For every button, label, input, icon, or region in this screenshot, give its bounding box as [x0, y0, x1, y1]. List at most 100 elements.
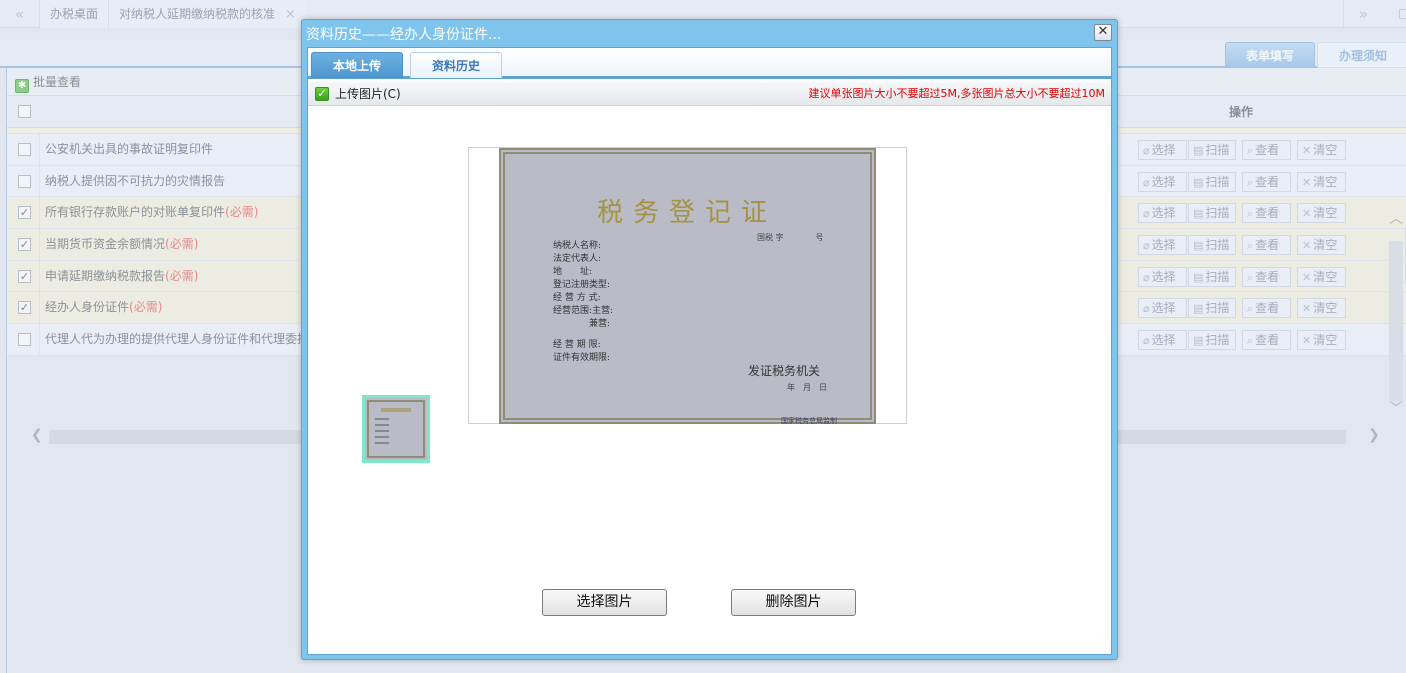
- clear-icon: ✕: [1302, 239, 1312, 253]
- window-restore-icon[interactable]: [1399, 9, 1406, 19]
- row-checkbox[interactable]: [18, 143, 31, 156]
- clear-button[interactable]: ✕ 清空: [1297, 171, 1346, 192]
- view-button[interactable]: ⌕ 查看: [1242, 140, 1291, 160]
- material-label: 申请延期缴纳税款报告(必需): [45, 268, 199, 283]
- scan-button[interactable]: ▤ 扫描: [1188, 171, 1236, 192]
- tab-material-history[interactable]: 资料历史: [410, 52, 502, 78]
- view-button[interactable]: ⌕ 查看: [1242, 330, 1291, 351]
- view-icon: ⌕: [1247, 239, 1254, 253]
- clear-button[interactable]: ✕ 清空: [1297, 203, 1346, 224]
- scanner-icon: ▤: [1193, 270, 1204, 284]
- material-label: 经办人身份证件(必需): [45, 300, 163, 315]
- ops-column-header: 操作: [1229, 105, 1254, 119]
- scanner-icon: ▤: [1193, 144, 1204, 157]
- scanner-icon: ▤: [1193, 334, 1204, 348]
- close-dialog-button[interactable]: ✕: [1094, 24, 1112, 41]
- tabs-prev-icon[interactable]: «: [0, 0, 40, 28]
- scroll-track[interactable]: [1389, 241, 1403, 401]
- select-button[interactable]: ⌀ 选择: [1138, 203, 1187, 224]
- scan-button[interactable]: ▤ 扫描: [1188, 298, 1236, 319]
- select-button[interactable]: ⌀ 选择: [1138, 235, 1187, 256]
- image-thumbnail[interactable]: [362, 395, 430, 463]
- tab-tax-desktop[interactable]: 办税桌面: [40, 0, 110, 28]
- view-icon: ⌕: [1247, 207, 1254, 221]
- required-tag: (必需): [165, 268, 199, 283]
- tab-form-fill[interactable]: 表单填写: [1225, 42, 1315, 68]
- material-label: 公安机关出具的事故证明复印件: [45, 142, 214, 156]
- paperclip-icon: ⌀: [1143, 207, 1150, 221]
- upload-image-button[interactable]: 上传图片(C): [335, 82, 401, 106]
- paperclip-icon: ⌀: [1143, 334, 1150, 348]
- row-checkbox[interactable]: [18, 174, 31, 188]
- clear-button[interactable]: ✕ 清空: [1297, 140, 1346, 160]
- close-tab-icon[interactable]: ×: [285, 7, 296, 22]
- scanner-icon: ▤: [1193, 175, 1204, 189]
- scroll-up-icon[interactable]: ︿: [1389, 208, 1403, 228]
- required-tag: (必需): [225, 205, 259, 220]
- select-image-button[interactable]: 选择图片: [542, 589, 667, 616]
- view-button[interactable]: ⌕ 查看: [1242, 266, 1291, 287]
- certificate-date: 年 月 日: [787, 383, 827, 392]
- row-checkbox[interactable]: ✓: [18, 238, 31, 252]
- select-button[interactable]: ⌀ 选择: [1138, 140, 1187, 160]
- select-all-checkbox[interactable]: [18, 105, 31, 118]
- column-divider: [39, 324, 40, 355]
- scan-button[interactable]: ▤ 扫描: [1188, 330, 1236, 351]
- view-button[interactable]: ⌕ 查看: [1242, 203, 1291, 224]
- tab-local-upload[interactable]: 本地上传: [311, 52, 403, 78]
- scroll-right-icon[interactable]: ❯: [1368, 427, 1380, 443]
- clear-button[interactable]: ✕ 清空: [1297, 235, 1346, 256]
- certificate-title: 税务登记证: [597, 198, 778, 228]
- paperclip-icon: ⌀: [1143, 175, 1150, 189]
- column-divider: [39, 229, 40, 260]
- certificate-fields: 纳税人名称: 法定代表人: 地 址: 登记注册类型: 经 营 方 式: 经营范围:主营: …: [553, 240, 613, 365]
- certificate-issuer: 发证税务机关: [748, 364, 821, 378]
- thumbnail-image: [367, 400, 425, 458]
- material-label: 所有银行存款账户的对账单复印件(必需): [45, 205, 259, 220]
- column-divider: [39, 197, 40, 229]
- select-button[interactable]: ⌀ 选择: [1138, 298, 1187, 319]
- view-icon: ⌕: [1247, 334, 1254, 348]
- clear-icon: ✕: [1302, 207, 1312, 221]
- view-button[interactable]: ⌕ 查看: [1242, 298, 1291, 319]
- required-tag: (必需): [129, 300, 163, 315]
- scanner-icon: ▤: [1193, 302, 1204, 316]
- tabs-next-icon[interactable]: »: [1343, 0, 1383, 28]
- column-divider: [39, 260, 40, 292]
- delete-image-button[interactable]: 删除图片: [731, 589, 856, 616]
- scan-button[interactable]: ▤ 扫描: [1188, 203, 1236, 224]
- tab-instructions[interactable]: 办理须知: [1317, 42, 1406, 68]
- vertical-scrollbar[interactable]: ︿ ﹀: [1387, 208, 1406, 417]
- scan-button[interactable]: ▤ 扫描: [1188, 235, 1236, 256]
- check-icon[interactable]: ✓: [315, 87, 329, 101]
- row-checkbox[interactable]: ✓: [18, 206, 31, 220]
- paperclip-icon: ⌀: [1143, 144, 1150, 157]
- clear-button[interactable]: ✕ 清空: [1297, 330, 1346, 351]
- select-button[interactable]: ⌀ 选择: [1138, 171, 1187, 192]
- material-label: 代理人代为办理的提供代理人身份证件和代理委托: [45, 332, 310, 347]
- certificate-field: 法定代表人:: [553, 254, 602, 264]
- clear-icon: ✕: [1302, 270, 1312, 284]
- row-checkbox[interactable]: ✓: [18, 269, 31, 283]
- clear-button[interactable]: ✕ 清空: [1297, 298, 1346, 319]
- select-button[interactable]: ⌀ 选择: [1138, 330, 1187, 351]
- dialog-title: 资料历史——经办人身份证件...: [306, 27, 502, 43]
- scroll-left-icon[interactable]: ❮: [31, 427, 43, 443]
- scanner-icon: ▤: [1193, 239, 1204, 253]
- image-preview: 税务登记证 国税 字 号 纳税人名称: 法定代表人: 地 址: 登记注册类型: 经 营 …: [468, 147, 907, 425]
- view-button[interactable]: ⌕ 查看: [1242, 171, 1291, 192]
- select-button[interactable]: ⌀ 选择: [1138, 266, 1187, 287]
- view-button[interactable]: ⌕ 查看: [1242, 235, 1291, 256]
- scan-button[interactable]: ▤ 扫描: [1188, 266, 1236, 287]
- paperclip-icon: ⌀: [1143, 302, 1150, 316]
- tab-label: 对纳税人延期缴纳税款的核准: [119, 7, 276, 21]
- row-checkbox[interactable]: [18, 333, 31, 347]
- clear-button[interactable]: ✕ 清空: [1297, 266, 1346, 287]
- scroll-down-icon[interactable]: ﹀: [1389, 398, 1403, 418]
- column-divider: [39, 134, 40, 165]
- row-checkbox[interactable]: ✓: [18, 301, 31, 315]
- certificate-field: 地 址:: [553, 267, 593, 277]
- scan-button[interactable]: ▤ 扫描: [1188, 140, 1236, 160]
- certificate-field: 登记注册类型:: [553, 280, 611, 290]
- tab-deferred-tax-approval[interactable]: 对纳税人延期缴纳税款的核准 ×: [109, 0, 306, 28]
